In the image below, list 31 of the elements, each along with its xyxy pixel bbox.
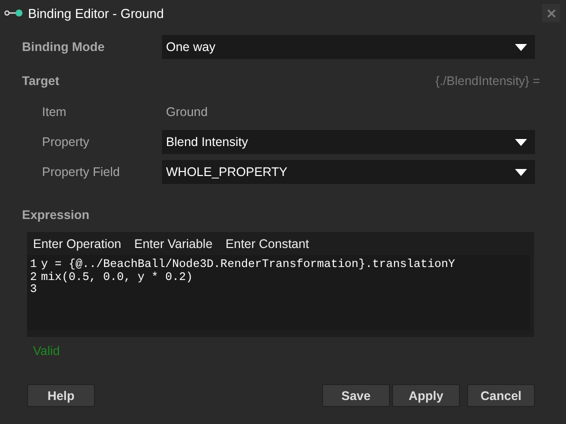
line-number: 1 bbox=[29, 259, 38, 272]
dialog-button[interactable]: Cancel bbox=[467, 384, 535, 407]
toolbar-button[interactable]: Enter Operation bbox=[33, 236, 122, 250]
dialog-button[interactable]: Save bbox=[322, 384, 390, 407]
toolbar-button[interactable]: Enter Constant bbox=[226, 236, 309, 250]
caret-icon bbox=[515, 138, 527, 146]
field-label: Item bbox=[42, 105, 68, 119]
close-icon bbox=[546, 8, 556, 18]
dialog-button[interactable]: Help bbox=[27, 384, 95, 407]
code-line: y = {@../BeachBall/Node3D.RenderTransformation}.translationY bbox=[40, 259, 456, 272]
close-button[interactable] bbox=[542, 4, 560, 22]
caret-icon bbox=[515, 44, 527, 50]
dialog-button[interactable]: Apply bbox=[392, 384, 460, 407]
line-number: 2 bbox=[29, 272, 38, 284]
dropdown[interactable]: One way bbox=[162, 35, 535, 59]
toolbar-button[interactable]: Enter Variable bbox=[134, 236, 213, 250]
code-line: mix(0.5, 0.0, y * 0.2) bbox=[40, 272, 193, 284]
field-value: Ground bbox=[165, 105, 209, 119]
window-title: Binding Editor - Ground bbox=[28, 6, 165, 20]
caret-icon bbox=[515, 168, 527, 176]
dropdown[interactable]: WHOLE_PROPERTY bbox=[162, 160, 535, 184]
link-icon bbox=[4, 8, 24, 18]
field-label: Property bbox=[42, 135, 90, 149]
section-heading: Expression bbox=[22, 208, 90, 222]
section-heading: Target bbox=[22, 74, 60, 88]
validation-status: Valid bbox=[33, 344, 60, 358]
field-label: Property Field bbox=[42, 165, 121, 179]
dropdown[interactable]: Blend Intensity bbox=[162, 130, 535, 154]
binding-path: {./BlendIntensity} = bbox=[435, 74, 540, 88]
field-label: Binding Mode bbox=[22, 40, 106, 54]
line-number: 3 bbox=[29, 284, 38, 296]
